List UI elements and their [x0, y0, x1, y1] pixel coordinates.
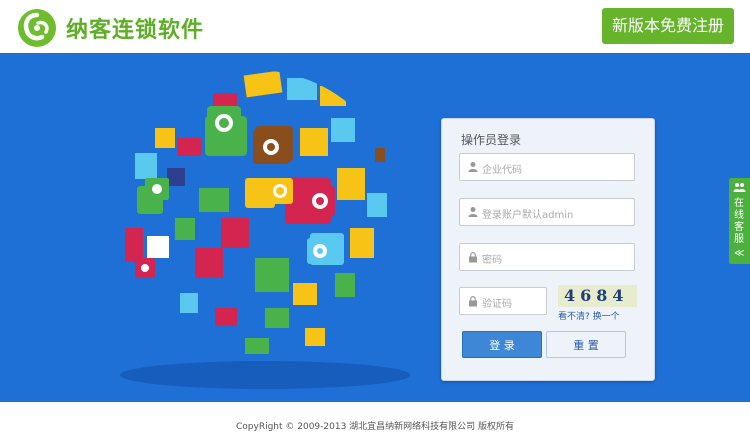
online-service-tab[interactable]: 在线客服 ≪ [729, 178, 750, 264]
company-code-input[interactable]: 企业代码 [459, 153, 635, 181]
user-icon [468, 162, 478, 172]
captcha-input[interactable]: 验证码 [459, 287, 547, 315]
captcha-image[interactable]: 4684 [558, 285, 637, 307]
tile-globe-illustration [125, 70, 387, 354]
account-placeholder: 登录账户默认admin [482, 210, 574, 221]
page-footer: CopyRight © 2009-2013 湖北宜昌纳新网络科技有限公司 版权所… [0, 402, 750, 445]
password-input[interactable]: 密码 [459, 243, 635, 271]
user-icon [468, 207, 478, 217]
operator-login-panel: 操作员登录 企业代码 登录账户默认admin 密码 验证码 4684 看不清? … [441, 118, 655, 381]
brand-logo[interactable]: 纳客连锁软件 [18, 9, 204, 47]
captcha-code: 4684 [564, 286, 629, 305]
copyright-text: CopyRight © 2009-2013 湖北宜昌纳新网络科技有限公司 版权所… [235, 422, 515, 432]
account-input[interactable]: 登录账户默认admin [459, 198, 635, 226]
password-placeholder: 密码 [482, 255, 502, 266]
login-button[interactable]: 登 录 [462, 331, 542, 358]
brand-name: 纳客连锁软件 [66, 18, 205, 43]
company-code-placeholder: 企业代码 [482, 165, 522, 176]
free-register-button[interactable]: 新版本免费注册 [602, 8, 734, 44]
reset-button[interactable]: 重 置 [546, 331, 626, 358]
lock-icon [469, 296, 477, 307]
support-people-icon [733, 183, 746, 192]
lock-icon [469, 252, 477, 263]
online-service-label: 在线客服 [734, 198, 744, 245]
login-title: 操作员登录 [461, 133, 522, 147]
logo-icon [18, 9, 56, 47]
top-header: 纳客连锁软件 新版本免费注册 [0, 0, 750, 53]
collapse-arrow-icon[interactable]: ≪ [734, 248, 744, 259]
captcha-placeholder: 验证码 [482, 299, 512, 310]
refresh-captcha-link[interactable]: 看不清? 换一个 [558, 309, 620, 322]
